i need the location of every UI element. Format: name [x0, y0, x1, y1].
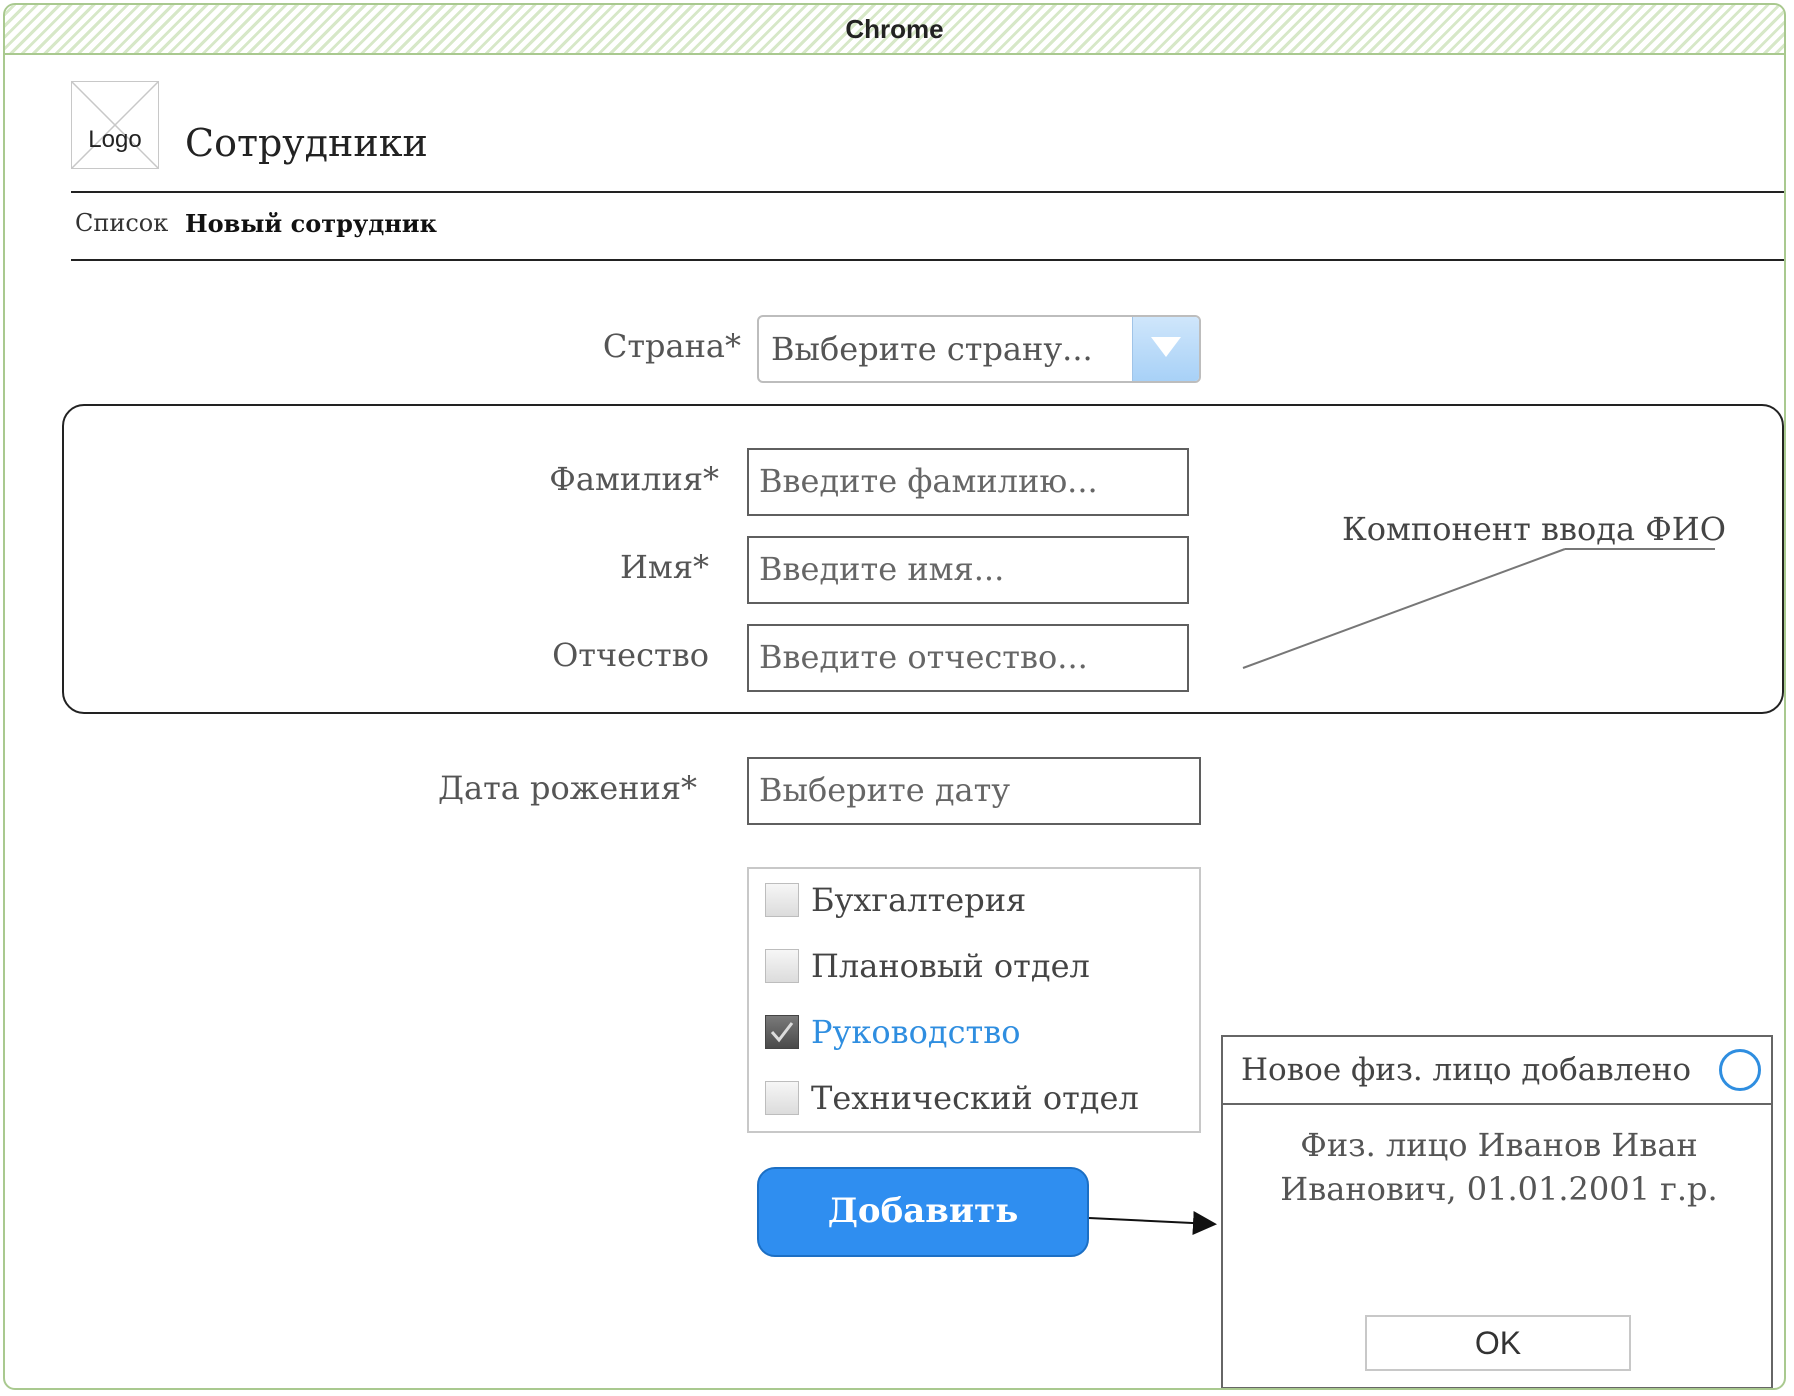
patronymic-input[interactable]: Введите отчество... [747, 624, 1189, 692]
header-divider [71, 191, 1784, 193]
department-checklist: Бухгалтерия Плановый отдел Руководство Т… [747, 867, 1201, 1133]
dialog-arrow [1088, 1211, 1217, 1236]
dialog-message: Физ. лицо Иванов Иван Иванович, 01.01.20… [1280, 1126, 1718, 1208]
success-dialog: Новое физ. лицо добавлено Физ. лицо Иван… [1221, 1035, 1773, 1388]
country-select-value: Выберите страну... [771, 330, 1093, 368]
checkmark-icon [770, 1022, 794, 1043]
checkbox-label-management[interactable]: Руководство [811, 1013, 1021, 1051]
first-name-input[interactable]: Введите имя... [747, 536, 1189, 604]
checkbox-label-technical[interactable]: Технический отдел [811, 1079, 1139, 1117]
checkbox-label-planning[interactable]: Плановый отдел [811, 947, 1090, 985]
breadcrumb-link-list[interactable]: Список [75, 209, 168, 237]
breadcrumb-divider [71, 259, 1784, 261]
birth-date-label: Дата рожения* [437, 769, 697, 807]
checkbox-planning[interactable] [765, 949, 799, 983]
logo-text: Logo [88, 126, 142, 153]
window-titlebar: Chrome [5, 5, 1784, 55]
dialog-header: Новое физ. лицо добавлено [1223, 1037, 1771, 1105]
window-title: Chrome [845, 14, 944, 44]
last-name-label: Фамилия* [549, 460, 719, 498]
ok-button[interactable]: OK [1365, 1315, 1631, 1371]
birth-date-input[interactable]: Выберите дату [747, 757, 1201, 825]
fio-callout-label: Компонент ввода ФИО [1342, 510, 1726, 548]
checkbox-management[interactable] [765, 1015, 799, 1049]
dialog-title: Новое физ. лицо добавлено [1241, 1052, 1692, 1088]
dropdown-button[interactable] [1132, 317, 1199, 381]
last-name-input[interactable]: Введите фамилию... [747, 448, 1189, 516]
checkbox-label-accounting[interactable]: Бухгалтерия [811, 881, 1026, 919]
browser-window: Chrome Logo Сотрудники Список Новый сотр… [3, 3, 1786, 1390]
page-title: Сотрудники [185, 121, 428, 165]
patronymic-label: Отчество [552, 636, 709, 674]
checkbox-accounting[interactable] [765, 883, 799, 917]
close-icon[interactable] [1719, 1049, 1761, 1091]
chevron-down-icon [1151, 337, 1181, 357]
logo: Logo [71, 81, 159, 169]
logo-placeholder-icon [72, 82, 158, 168]
add-button[interactable]: Добавить [757, 1167, 1089, 1257]
checkbox-technical[interactable] [765, 1081, 799, 1115]
country-label: Страна* [602, 327, 741, 365]
first-name-label: Имя* [620, 548, 709, 586]
breadcrumb-current: Новый сотрудник [185, 209, 437, 238]
country-select[interactable]: Выберите страну... [757, 315, 1201, 383]
